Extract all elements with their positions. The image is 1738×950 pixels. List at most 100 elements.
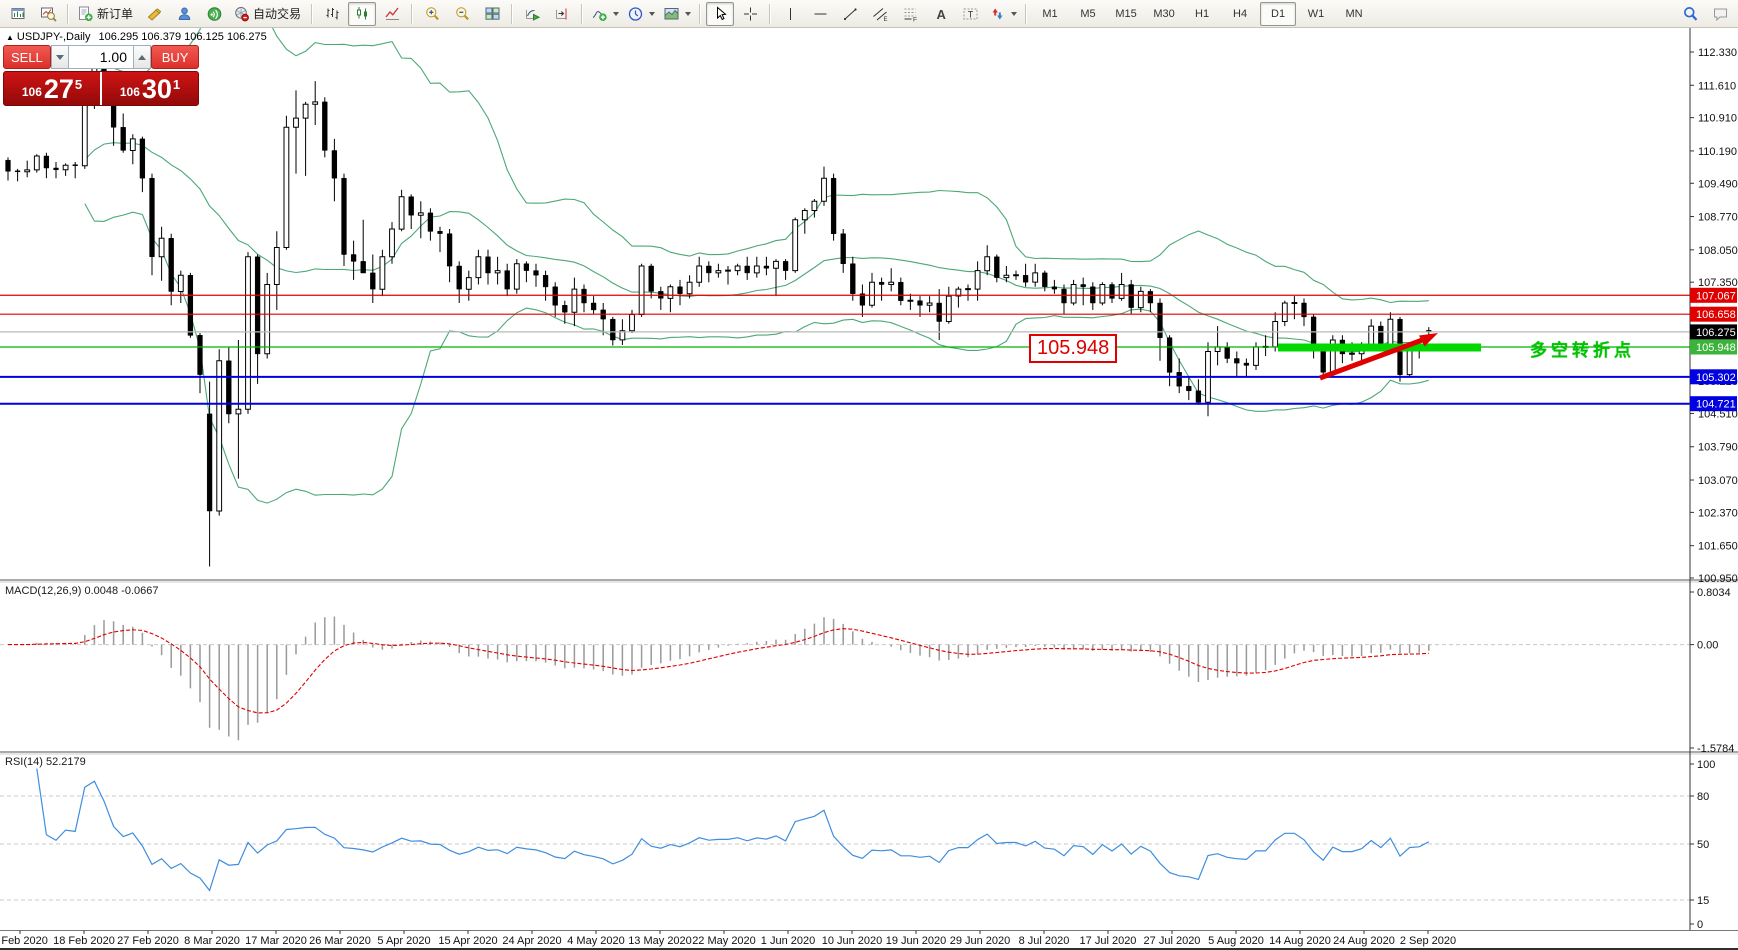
volume-increase-button[interactable] xyxy=(133,45,151,69)
zoom-in-button[interactable] xyxy=(418,2,446,26)
fibonacci-button[interactable]: F xyxy=(896,2,924,26)
chart-canvas[interactable]: 112.330111.610110.910110.190109.490108.7… xyxy=(0,0,1738,950)
vertical-line-icon xyxy=(782,6,799,22)
toolbar-separator xyxy=(411,4,413,24)
sell-pips: 27 xyxy=(44,77,74,102)
svg-text:110.910: 110.910 xyxy=(1698,113,1737,125)
svg-text:103.790: 103.790 xyxy=(1698,442,1738,454)
svg-text:29 Jun 2020: 29 Jun 2020 xyxy=(950,935,1011,947)
market-button[interactable] xyxy=(140,2,168,26)
svg-text:108.050: 108.050 xyxy=(1698,245,1738,257)
text-icon: A xyxy=(932,6,949,22)
timeframe-h1-button[interactable]: H1 xyxy=(1184,2,1220,26)
svg-text:2 Sep 2020: 2 Sep 2020 xyxy=(1400,935,1456,947)
toolbar-separator xyxy=(311,4,313,24)
bar-chart-button[interactable] xyxy=(318,2,346,26)
community-button[interactable] xyxy=(170,2,198,26)
new-order-icon xyxy=(77,6,94,22)
svg-text:14 Aug 2020: 14 Aug 2020 xyxy=(1269,935,1331,947)
chevron-down-icon xyxy=(56,55,64,60)
buy-button[interactable]: BUY xyxy=(151,45,199,69)
timeframe-m30-button[interactable]: M30 xyxy=(1146,2,1182,26)
new-chart-button[interactable] xyxy=(4,2,32,26)
auto-trading-button[interactable]: 自动交易 xyxy=(230,2,306,26)
timeframe-m5-button[interactable]: M5 xyxy=(1070,2,1106,26)
timeframe-m15-button[interactable]: M15 xyxy=(1108,2,1144,26)
zoom-out-button[interactable] xyxy=(448,2,476,26)
line-chart-button[interactable] xyxy=(378,2,406,26)
sell-button[interactable]: SELL xyxy=(3,45,51,69)
buy-price[interactable]: 106 30 1 xyxy=(102,72,198,105)
indicators-icon xyxy=(591,6,608,22)
horizontal-line-button[interactable] xyxy=(806,2,834,26)
svg-text:5 Aug 2020: 5 Aug 2020 xyxy=(1208,935,1264,947)
one-click-trading-panel: SELL BUY 106 27 5 106 30 1 xyxy=(3,45,199,106)
svg-text:103.070: 103.070 xyxy=(1698,475,1738,487)
label-button[interactable]: T xyxy=(956,2,984,26)
indicators-button[interactable] xyxy=(588,2,622,26)
volume-decrease-button[interactable] xyxy=(51,45,69,69)
toolbar-separator xyxy=(699,4,701,24)
trendline-button[interactable] xyxy=(836,2,864,26)
svg-text:100.950: 100.950 xyxy=(1698,573,1738,585)
svg-text:27 Feb 2020: 27 Feb 2020 xyxy=(117,935,179,947)
svg-text:104.721: 104.721 xyxy=(1696,399,1736,411)
chart-shift-button[interactable] xyxy=(548,2,576,26)
signals-button[interactable] xyxy=(200,2,228,26)
svg-text:100: 100 xyxy=(1697,759,1715,771)
chevron-down-icon xyxy=(613,12,619,16)
templates-button[interactable] xyxy=(660,2,694,26)
toolbar-separator xyxy=(511,4,513,24)
auto-scroll-icon xyxy=(524,6,541,22)
support-highlight-bar[interactable] xyxy=(1278,344,1481,352)
vertical-line-button[interactable] xyxy=(776,2,804,26)
line-chart-icon xyxy=(384,6,401,22)
symbol-name: USDJPY-,Daily xyxy=(17,31,91,43)
periods-button[interactable] xyxy=(624,2,658,26)
tile-windows-button[interactable] xyxy=(478,2,506,26)
svg-text:24 Apr 2020: 24 Apr 2020 xyxy=(502,935,561,947)
svg-text:26 Mar 2020: 26 Mar 2020 xyxy=(309,935,371,947)
toolbar-separator xyxy=(581,4,583,24)
text-button[interactable]: A xyxy=(926,2,954,26)
svg-text:112.330: 112.330 xyxy=(1698,47,1737,59)
macd-indicator-label: MACD(12,26,9) 0.0048 -0.0667 xyxy=(5,585,158,597)
periods-icon xyxy=(627,6,644,22)
svg-text:107.350: 107.350 xyxy=(1698,277,1738,289)
timeframe-w1-button[interactable]: W1 xyxy=(1298,2,1334,26)
new-order-button[interactable]: 新订单 xyxy=(74,2,138,26)
svg-text:107.067: 107.067 xyxy=(1696,290,1736,302)
chat-button[interactable] xyxy=(1706,2,1734,26)
crosshair-button[interactable] xyxy=(736,2,764,26)
candlestick-chart-button[interactable] xyxy=(348,2,376,26)
svg-text:10 Jun 2020: 10 Jun 2020 xyxy=(822,935,883,947)
new-order-button-label: 新订单 xyxy=(97,5,135,22)
sell-big-figure: 106 xyxy=(22,83,42,102)
search-icon xyxy=(1682,6,1699,22)
chat-icon xyxy=(1712,6,1729,22)
profiles-button[interactable] xyxy=(34,2,62,26)
toolbar-separator xyxy=(769,4,771,24)
sell-price[interactable]: 106 27 5 xyxy=(4,72,100,105)
svg-text:108.770: 108.770 xyxy=(1698,212,1738,224)
volume-input[interactable] xyxy=(69,45,133,69)
chevron-down-icon xyxy=(1011,12,1017,16)
auto-scroll-button[interactable] xyxy=(518,2,546,26)
bar-chart-icon xyxy=(324,6,341,22)
timeframe-m1-button[interactable]: M1 xyxy=(1032,2,1068,26)
timeframe-h4-button[interactable]: H4 xyxy=(1222,2,1258,26)
svg-text:24 Aug 2020: 24 Aug 2020 xyxy=(1333,935,1395,947)
arrows-button[interactable] xyxy=(986,2,1020,26)
turning-point-annotation[interactable]: 多空转折点 xyxy=(1530,336,1635,361)
channel-button[interactable]: E xyxy=(866,2,894,26)
timeframe-mn-button[interactable]: MN xyxy=(1336,2,1372,26)
search-button[interactable] xyxy=(1676,2,1704,26)
svg-text:17 Jul 2020: 17 Jul 2020 xyxy=(1080,935,1137,947)
cursor-button[interactable] xyxy=(706,2,734,26)
timeframe-d1-button[interactable]: D1 xyxy=(1260,2,1296,26)
crosshair-icon xyxy=(742,6,759,22)
svg-text:109.490: 109.490 xyxy=(1698,178,1738,190)
price-level-annotation[interactable]: 105.948 xyxy=(1029,334,1117,363)
chevron-down-icon xyxy=(685,12,691,16)
svg-text:105.302: 105.302 xyxy=(1696,372,1736,384)
